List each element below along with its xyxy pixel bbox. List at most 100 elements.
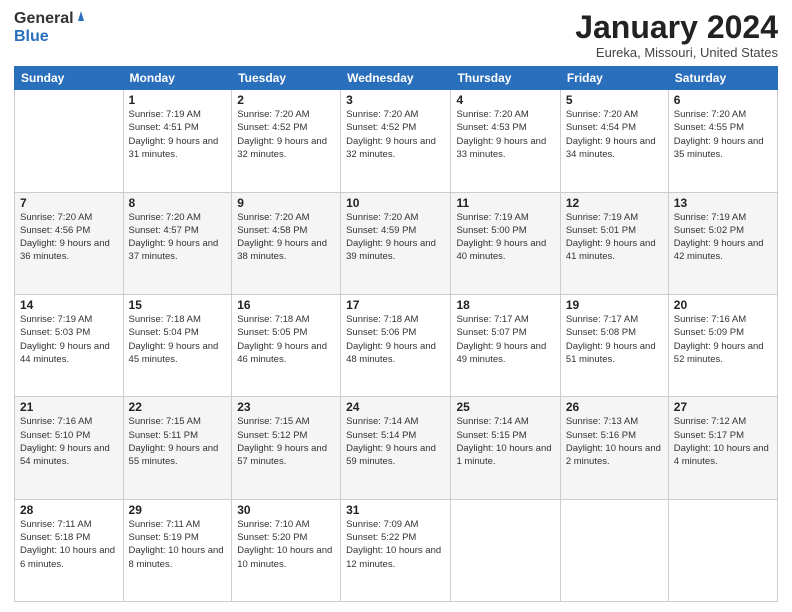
- table-row: 6 Sunrise: 7:20 AMSunset: 4:55 PMDayligh…: [668, 90, 777, 192]
- day-number: 16: [237, 298, 335, 312]
- day-info: Sunrise: 7:17 AMSunset: 5:07 PMDaylight:…: [456, 313, 554, 366]
- day-number: 19: [566, 298, 663, 312]
- table-row: [15, 90, 124, 192]
- calendar-week-row: 7 Sunrise: 7:20 AMSunset: 4:56 PMDayligh…: [15, 192, 778, 294]
- table-row: 12 Sunrise: 7:19 AMSunset: 5:01 PMDaylig…: [560, 192, 668, 294]
- day-number: 28: [20, 503, 118, 517]
- table-row: 16 Sunrise: 7:18 AMSunset: 5:05 PMDaylig…: [232, 294, 341, 396]
- day-info: Sunrise: 7:18 AMSunset: 5:06 PMDaylight:…: [346, 313, 445, 366]
- day-info: Sunrise: 7:09 AMSunset: 5:22 PMDaylight:…: [346, 518, 445, 571]
- day-info: Sunrise: 7:10 AMSunset: 5:20 PMDaylight:…: [237, 518, 335, 571]
- day-info: Sunrise: 7:20 AMSunset: 4:58 PMDaylight:…: [237, 211, 335, 264]
- day-info: Sunrise: 7:13 AMSunset: 5:16 PMDaylight:…: [566, 415, 663, 468]
- day-number: 5: [566, 93, 663, 107]
- page: General Blue January 2024 Eureka, Missou…: [0, 0, 792, 612]
- col-wednesday: Wednesday: [341, 67, 451, 90]
- day-number: 13: [674, 196, 772, 210]
- col-friday: Friday: [560, 67, 668, 90]
- table-row: 20 Sunrise: 7:16 AMSunset: 5:09 PMDaylig…: [668, 294, 777, 396]
- day-number: 14: [20, 298, 118, 312]
- day-info: Sunrise: 7:15 AMSunset: 5:11 PMDaylight:…: [129, 415, 227, 468]
- table-row: 11 Sunrise: 7:19 AMSunset: 5:00 PMDaylig…: [451, 192, 560, 294]
- day-number: 11: [456, 196, 554, 210]
- table-row: 30 Sunrise: 7:10 AMSunset: 5:20 PMDaylig…: [232, 499, 341, 601]
- col-sunday: Sunday: [15, 67, 124, 90]
- table-row: 14 Sunrise: 7:19 AMSunset: 5:03 PMDaylig…: [15, 294, 124, 396]
- day-info: Sunrise: 7:20 AMSunset: 4:59 PMDaylight:…: [346, 211, 445, 264]
- table-row: 15 Sunrise: 7:18 AMSunset: 5:04 PMDaylig…: [123, 294, 232, 396]
- table-row: 10 Sunrise: 7:20 AMSunset: 4:59 PMDaylig…: [341, 192, 451, 294]
- day-info: Sunrise: 7:15 AMSunset: 5:12 PMDaylight:…: [237, 415, 335, 468]
- day-number: 31: [346, 503, 445, 517]
- table-row: 29 Sunrise: 7:11 AMSunset: 5:19 PMDaylig…: [123, 499, 232, 601]
- table-row: [451, 499, 560, 601]
- table-row: 28 Sunrise: 7:11 AMSunset: 5:18 PMDaylig…: [15, 499, 124, 601]
- day-number: 23: [237, 400, 335, 414]
- day-number: 4: [456, 93, 554, 107]
- day-info: Sunrise: 7:19 AMSunset: 5:02 PMDaylight:…: [674, 211, 772, 264]
- day-number: 6: [674, 93, 772, 107]
- title-block: January 2024 Eureka, Missouri, United St…: [575, 10, 778, 60]
- day-info: Sunrise: 7:11 AMSunset: 5:18 PMDaylight:…: [20, 518, 118, 571]
- day-info: Sunrise: 7:12 AMSunset: 5:17 PMDaylight:…: [674, 415, 772, 468]
- day-info: Sunrise: 7:20 AMSunset: 4:57 PMDaylight:…: [129, 211, 227, 264]
- table-row: 31 Sunrise: 7:09 AMSunset: 5:22 PMDaylig…: [341, 499, 451, 601]
- day-number: 3: [346, 93, 445, 107]
- day-number: 22: [129, 400, 227, 414]
- day-number: 25: [456, 400, 554, 414]
- table-row: 26 Sunrise: 7:13 AMSunset: 5:16 PMDaylig…: [560, 397, 668, 499]
- col-thursday: Thursday: [451, 67, 560, 90]
- month-title: January 2024: [575, 10, 778, 45]
- table-row: 24 Sunrise: 7:14 AMSunset: 5:14 PMDaylig…: [341, 397, 451, 499]
- day-info: Sunrise: 7:20 AMSunset: 4:55 PMDaylight:…: [674, 108, 772, 161]
- calendar-table: Sunday Monday Tuesday Wednesday Thursday…: [14, 66, 778, 602]
- day-info: Sunrise: 7:19 AMSunset: 5:00 PMDaylight:…: [456, 211, 554, 264]
- day-number: 26: [566, 400, 663, 414]
- day-number: 10: [346, 196, 445, 210]
- table-row: 13 Sunrise: 7:19 AMSunset: 5:02 PMDaylig…: [668, 192, 777, 294]
- table-row: [668, 499, 777, 601]
- logo: General Blue: [14, 10, 90, 45]
- location: Eureka, Missouri, United States: [575, 45, 778, 60]
- day-info: Sunrise: 7:18 AMSunset: 5:04 PMDaylight:…: [129, 313, 227, 366]
- day-number: 18: [456, 298, 554, 312]
- day-info: Sunrise: 7:16 AMSunset: 5:10 PMDaylight:…: [20, 415, 118, 468]
- day-info: Sunrise: 7:19 AMSunset: 4:51 PMDaylight:…: [129, 108, 227, 161]
- day-number: 1: [129, 93, 227, 107]
- table-row: 21 Sunrise: 7:16 AMSunset: 5:10 PMDaylig…: [15, 397, 124, 499]
- day-number: 15: [129, 298, 227, 312]
- table-row: 7 Sunrise: 7:20 AMSunset: 4:56 PMDayligh…: [15, 192, 124, 294]
- col-tuesday: Tuesday: [232, 67, 341, 90]
- day-number: 2: [237, 93, 335, 107]
- day-number: 30: [237, 503, 335, 517]
- day-info: Sunrise: 7:20 AMSunset: 4:52 PMDaylight:…: [346, 108, 445, 161]
- calendar-header-row: Sunday Monday Tuesday Wednesday Thursday…: [15, 67, 778, 90]
- table-row: 22 Sunrise: 7:15 AMSunset: 5:11 PMDaylig…: [123, 397, 232, 499]
- table-row: 17 Sunrise: 7:18 AMSunset: 5:06 PMDaylig…: [341, 294, 451, 396]
- day-number: 12: [566, 196, 663, 210]
- table-row: 5 Sunrise: 7:20 AMSunset: 4:54 PMDayligh…: [560, 90, 668, 192]
- day-info: Sunrise: 7:11 AMSunset: 5:19 PMDaylight:…: [129, 518, 227, 571]
- table-row: 25 Sunrise: 7:14 AMSunset: 5:15 PMDaylig…: [451, 397, 560, 499]
- day-info: Sunrise: 7:14 AMSunset: 5:14 PMDaylight:…: [346, 415, 445, 468]
- day-number: 27: [674, 400, 772, 414]
- table-row: 23 Sunrise: 7:15 AMSunset: 5:12 PMDaylig…: [232, 397, 341, 499]
- col-saturday: Saturday: [668, 67, 777, 90]
- day-number: 29: [129, 503, 227, 517]
- table-row: 2 Sunrise: 7:20 AMSunset: 4:52 PMDayligh…: [232, 90, 341, 192]
- day-info: Sunrise: 7:17 AMSunset: 5:08 PMDaylight:…: [566, 313, 663, 366]
- day-info: Sunrise: 7:14 AMSunset: 5:15 PMDaylight:…: [456, 415, 554, 468]
- calendar-week-row: 14 Sunrise: 7:19 AMSunset: 5:03 PMDaylig…: [15, 294, 778, 396]
- calendar-week-row: 21 Sunrise: 7:16 AMSunset: 5:10 PMDaylig…: [15, 397, 778, 499]
- day-number: 20: [674, 298, 772, 312]
- calendar-week-row: 1 Sunrise: 7:19 AMSunset: 4:51 PMDayligh…: [15, 90, 778, 192]
- day-info: Sunrise: 7:20 AMSunset: 4:52 PMDaylight:…: [237, 108, 335, 161]
- day-number: 7: [20, 196, 118, 210]
- table-row: 1 Sunrise: 7:19 AMSunset: 4:51 PMDayligh…: [123, 90, 232, 192]
- day-info: Sunrise: 7:19 AMSunset: 5:03 PMDaylight:…: [20, 313, 118, 366]
- header: General Blue January 2024 Eureka, Missou…: [14, 10, 778, 60]
- day-number: 17: [346, 298, 445, 312]
- day-number: 9: [237, 196, 335, 210]
- day-info: Sunrise: 7:16 AMSunset: 5:09 PMDaylight:…: [674, 313, 772, 366]
- day-number: 21: [20, 400, 118, 414]
